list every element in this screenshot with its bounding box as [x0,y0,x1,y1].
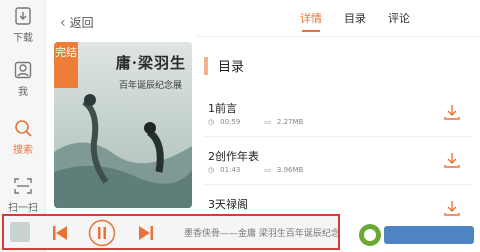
back-button[interactable]: ‹ 返回 [60,14,94,31]
sidebar-item-label: 扫一扫 [8,203,38,214]
track-meta: ◷ 01:43 ▭ 3.96MB [208,166,303,174]
divider [204,184,472,185]
sidebar-item-search[interactable]: 搜索 [0,118,46,156]
sidebar-item-profile[interactable]: 我 [0,60,46,98]
track-size: 2.27MB [276,118,304,126]
search-icon [15,120,32,137]
scan-icon [14,178,32,194]
previous-button[interactable] [46,219,74,247]
tab-comments[interactable]: 评论 [388,10,410,32]
download-icon[interactable] [442,150,462,170]
cover-subtitle: 百年诞辰纪念展 [118,81,182,91]
folder-icon: ▭ [264,166,271,174]
heading-accent-bar [204,56,208,75]
list-item[interactable]: 1前言 ◷ 00:59 ▭ 2.27MB [208,100,468,130]
watermark-logo-icon [359,224,474,246]
sidebar-item-label: 搜索 [13,145,33,156]
status-badge: 完结 [54,42,78,88]
sidebar-item-label: 我 [18,87,28,98]
sidebar-item-label: 下载 [13,33,33,44]
track-size: 3.96MB [276,166,304,174]
player-thumbnail[interactable] [10,222,30,242]
sidebar-item-scan[interactable]: 扫一扫 [0,176,46,214]
back-label: 返回 [69,16,94,30]
tab-directory[interactable]: 目录 [344,10,366,32]
divider [204,136,472,137]
profile-icon [14,61,32,79]
site-watermark [356,222,476,248]
folder-icon: ▭ [264,118,271,126]
next-button[interactable] [132,219,160,247]
download-icon [15,7,31,25]
album-cover: 完结 庸·梁羽生 百年诞辰纪念展 [54,42,192,208]
tab-bar: 详情 目录 评论 [300,10,410,32]
download-icon[interactable] [442,198,462,218]
divider [196,36,480,37]
cover-title: 庸·梁羽生 [115,54,186,72]
directory-heading: 目录 [204,56,244,75]
track-title: 3天禄阁 [208,198,248,211]
track-duration: 00:59 [220,118,241,126]
sidebar-item-download[interactable]: 下载 [0,6,46,44]
clock-icon: ◷ [208,118,215,126]
clock-icon: ◷ [208,166,215,174]
track-title: 1前言 [208,102,237,115]
chevron-left-icon: ‹ [60,14,66,31]
download-icon[interactable] [442,102,462,122]
list-item[interactable]: 2创作年表 ◷ 01:43 ▭ 3.96MB [208,148,468,178]
directory-title: 目录 [218,60,245,75]
track-duration: 01:43 [220,166,241,174]
pause-button[interactable] [88,219,116,247]
track-meta: ◷ 00:59 ▭ 2.27MB [208,118,303,126]
track-title: 2创作年表 [208,150,259,163]
now-playing-title: 墨香侠骨——金庸 梁羽生百年诞辰纪念展 [184,229,338,239]
mini-player: 墨香侠骨——金庸 梁羽生百年诞辰纪念展 [2,214,340,250]
tab-details[interactable]: 详情 [300,10,322,32]
